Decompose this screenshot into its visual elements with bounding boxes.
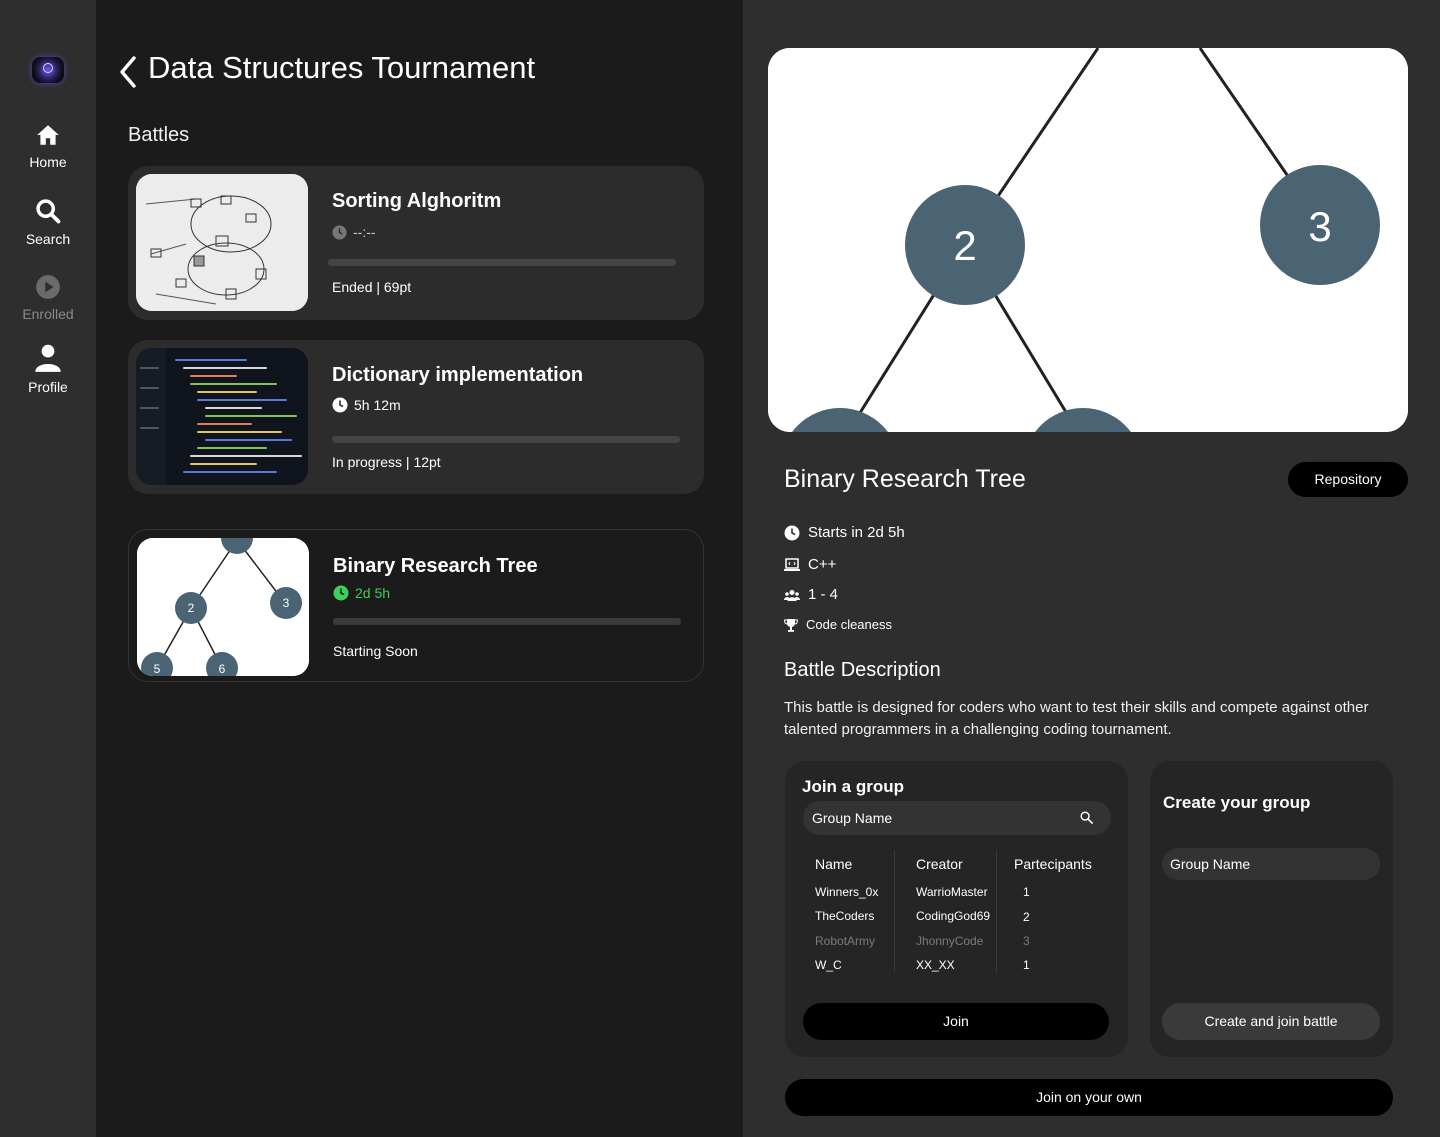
- table-cell-creator: XX_XX: [916, 958, 955, 972]
- battle-title: Binary Research Tree: [333, 555, 538, 577]
- battle-progress-bar: [332, 436, 680, 443]
- join-group-title: Join a group: [802, 777, 904, 796]
- sidebar-item-home[interactable]: Home: [0, 122, 96, 170]
- table-cell-name: RobotArmy: [815, 934, 876, 948]
- sidebar-item-profile[interactable]: Profile: [0, 343, 96, 395]
- table-cell-creator: JhonnyCode: [916, 934, 984, 948]
- sidebar-item-label: Enrolled: [22, 306, 74, 322]
- battle-time-text: 5h 12m: [354, 397, 401, 413]
- column-header-name: Name: [815, 856, 853, 872]
- table-cell-participants: 1: [1023, 885, 1030, 899]
- page-title: Data Structures Tournament: [148, 50, 536, 85]
- battle-thumbnail: [136, 174, 308, 311]
- tree-node-label: 5: [154, 662, 161, 676]
- battle-time: 2d 5h: [333, 585, 390, 601]
- table-cell-participants: 3: [1023, 934, 1030, 948]
- battle-card-sorting[interactable]: Sorting Alghoritm --:-- Ended | 69pt: [128, 166, 704, 320]
- search-icon: [36, 199, 61, 224]
- sidebar-item-search[interactable]: Search: [0, 197, 96, 247]
- column-divider: [894, 850, 895, 972]
- sidebar: Home Search Enrolled Profile: [0, 0, 96, 1137]
- battle-status: In progress | 12pt: [332, 454, 441, 470]
- join-group-button[interactable]: Join: [803, 1003, 1109, 1040]
- clock-icon: [332, 224, 347, 240]
- battle-progress-bar: [333, 618, 681, 625]
- battle-status: Starting Soon: [333, 643, 418, 659]
- battle-title: Sorting Alghoritm: [332, 190, 502, 212]
- table-cell-name: W_C: [815, 958, 842, 972]
- table-cell-participants: 2: [1023, 910, 1030, 924]
- battle-time-text: --:--: [353, 224, 376, 240]
- battle-card-dictionary[interactable]: Dictionary implementation 5h 12m In prog…: [128, 340, 704, 494]
- battle-start-text: Starts in 2d 5h: [808, 524, 905, 541]
- sidebar-item-label: Home: [29, 154, 67, 170]
- table-cell-participants: 1: [1023, 958, 1030, 972]
- battle-hero-image: 2 3: [768, 48, 1408, 432]
- trophy-icon: [784, 618, 798, 632]
- sidebar-item-label: Search: [25, 231, 71, 247]
- group-search-placeholder: Group Name: [812, 810, 893, 826]
- description-title: Battle Description: [784, 659, 941, 681]
- laptop-icon: [784, 557, 800, 571]
- battle-card-binary-tree[interactable]: 2 3 5 6 Binary Research Tree 2d 5h Start…: [128, 529, 704, 682]
- tree-node-label: 3: [1308, 203, 1331, 250]
- battle-title: Dictionary implementation: [332, 364, 584, 386]
- clock-icon: [784, 525, 800, 540]
- battle-criteria-text: Code cleaness: [806, 617, 892, 632]
- battle-progress-bar: [328, 259, 676, 266]
- create-group-name-input[interactable]: Group Name: [1162, 848, 1380, 880]
- create-group-name-placeholder: Group Name: [1170, 856, 1251, 872]
- tree-node-label: 6: [219, 662, 226, 676]
- sidebar-item-label: Profile: [28, 379, 68, 395]
- battle-time: 5h 12m: [332, 397, 401, 413]
- battle-start-time: Starts in 2d 5h: [784, 524, 905, 541]
- clock-icon: [333, 585, 349, 601]
- battle-detail-title: Binary Research Tree: [784, 465, 1026, 493]
- battle-language-text: C++: [808, 556, 837, 573]
- battle-thumbnail: [136, 348, 308, 485]
- battle-group-size: 1 - 4: [784, 586, 838, 603]
- group-icon: [784, 589, 800, 601]
- column-header-participants: Partecipants: [1014, 856, 1092, 872]
- sidebar-item-enrolled[interactable]: Enrolled: [0, 274, 96, 322]
- battle-description: This battle is designed for coders who w…: [784, 699, 1369, 738]
- clock-icon: [332, 397, 348, 413]
- table-cell-creator: WarrioMaster: [916, 885, 988, 899]
- create-and-join-button[interactable]: Create and join battle: [1162, 1003, 1380, 1040]
- battle-status: Ended | 69pt: [332, 279, 412, 295]
- tree-node-label: 3: [283, 596, 290, 610]
- table-cell-name: Winners_0x: [815, 885, 879, 899]
- group-search-input[interactable]: Group Name: [803, 801, 1111, 835]
- table-cell-name: TheCoders: [815, 909, 875, 923]
- app-logo[interactable]: [32, 57, 64, 83]
- battle-time: --:--: [332, 224, 376, 240]
- repository-button[interactable]: Repository: [1288, 462, 1408, 497]
- create-group-title: Create your group: [1163, 793, 1311, 812]
- person-icon: [35, 344, 61, 372]
- tree-node-label: 2: [188, 601, 195, 615]
- tree-node-label: 2: [953, 222, 976, 269]
- battle-criteria: Code cleaness: [784, 617, 892, 632]
- home-icon: [37, 125, 59, 145]
- search-icon: [1080, 811, 1093, 824]
- back-arrow-icon[interactable]: [118, 55, 138, 89]
- table-cell-creator: CodingGod69: [916, 909, 991, 923]
- battle-thumbnail: 2 3 5 6: [137, 538, 309, 676]
- battle-group-size-text: 1 - 4: [808, 586, 839, 603]
- play-icon: [36, 275, 60, 299]
- battles-section-label: Battles: [128, 124, 190, 146]
- battle-time-text: 2d 5h: [355, 585, 391, 601]
- join-on-your-own-button[interactable]: Join on your own: [785, 1079, 1393, 1116]
- battle-language: C++: [784, 556, 836, 573]
- column-divider: [996, 850, 997, 972]
- column-header-creator: Creator: [916, 856, 963, 872]
